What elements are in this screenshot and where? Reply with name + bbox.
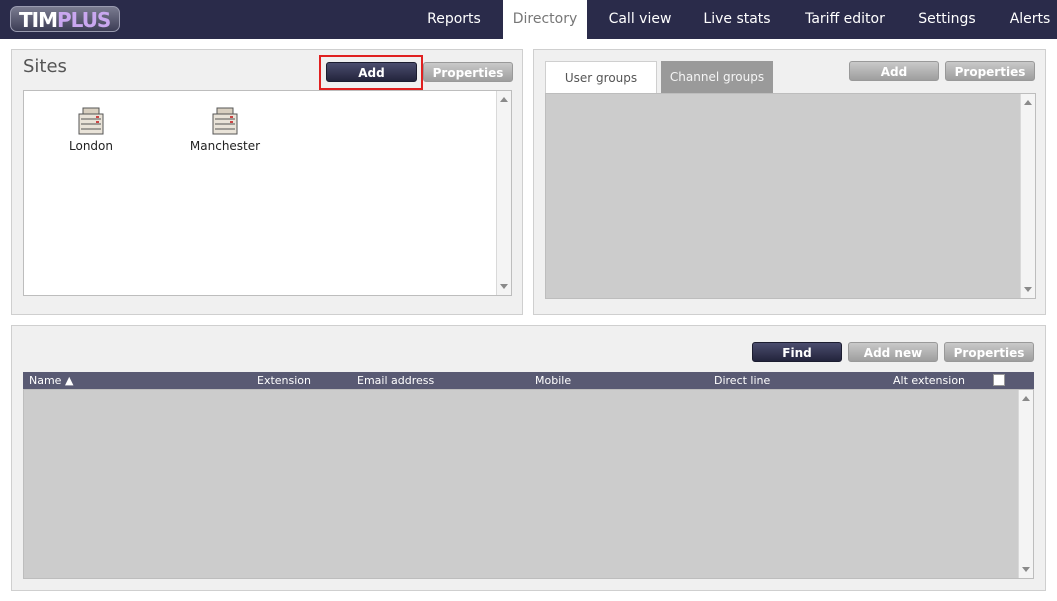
nav-alerts[interactable]: Alerts: [1000, 0, 1057, 39]
tab-user-groups[interactable]: User groups: [545, 61, 657, 93]
scroll-up-icon[interactable]: [500, 97, 508, 102]
groups-scrollbar[interactable]: [1020, 94, 1035, 298]
users-table-body: [23, 389, 1034, 579]
sites-list: London Manchester: [23, 90, 512, 296]
column-header-email[interactable]: Email address: [357, 373, 434, 388]
scroll-up-icon[interactable]: [1024, 100, 1032, 105]
users-add-new-button[interactable]: Add new: [848, 342, 938, 362]
nav-live-stats[interactable]: Live stats: [694, 0, 780, 39]
tab-channel-groups[interactable]: Channel groups: [661, 61, 773, 93]
users-properties-button[interactable]: Properties: [944, 342, 1034, 362]
server-icon: [78, 107, 104, 135]
groups-list: [545, 93, 1036, 299]
logo-text-tim: TIM: [19, 8, 58, 32]
column-header-extension[interactable]: Extension: [257, 373, 311, 388]
sites-panel: Sites Add Properties London Manchester: [11, 49, 523, 315]
site-item-london[interactable]: London: [46, 107, 136, 153]
site-label: London: [69, 139, 113, 153]
sites-properties-button[interactable]: Properties: [423, 62, 513, 82]
logo-text-plus: PLUS: [57, 8, 111, 32]
nav-call-view[interactable]: Call view: [600, 0, 680, 39]
sites-scrollbar[interactable]: [496, 91, 511, 295]
scroll-down-icon[interactable]: [1024, 287, 1032, 292]
nav-reports[interactable]: Reports: [414, 0, 494, 39]
timplus-logo: TIMPLUS: [10, 6, 120, 32]
scroll-down-icon[interactable]: [500, 284, 508, 289]
users-find-button[interactable]: Find: [752, 342, 842, 362]
site-label: Manchester: [189, 139, 261, 153]
column-header-alt-extension[interactable]: Alt extension: [893, 373, 965, 388]
nav-directory[interactable]: Directory: [503, 0, 587, 39]
sites-add-button[interactable]: Add: [326, 62, 417, 82]
users-table-header: Name ▲ Extension Email address Mobile Di…: [23, 372, 1034, 389]
column-header-mobile[interactable]: Mobile: [535, 373, 571, 388]
select-all-checkbox[interactable]: [993, 374, 1005, 386]
users-scrollbar[interactable]: [1018, 390, 1033, 578]
groups-add-button[interactable]: Add: [849, 61, 939, 81]
scroll-down-icon[interactable]: [1022, 567, 1030, 572]
sites-title: Sites: [23, 56, 67, 77]
server-icon: [212, 107, 238, 135]
nav-settings[interactable]: Settings: [910, 0, 984, 39]
groups-properties-button[interactable]: Properties: [945, 61, 1035, 81]
column-header-direct-line[interactable]: Direct line: [714, 373, 770, 388]
scroll-up-icon[interactable]: [1022, 396, 1030, 401]
site-item-manchester[interactable]: Manchester: [180, 107, 270, 153]
top-nav-bar: TIMPLUS Reports Directory Call view Live…: [0, 0, 1057, 39]
nav-tariff-editor[interactable]: Tariff editor: [795, 0, 895, 39]
users-panel: Find Add new Properties Name ▲ Extension…: [11, 325, 1046, 591]
column-header-name[interactable]: Name ▲: [29, 373, 73, 388]
groups-panel: User groups Channel groups Add Propertie…: [533, 49, 1046, 315]
